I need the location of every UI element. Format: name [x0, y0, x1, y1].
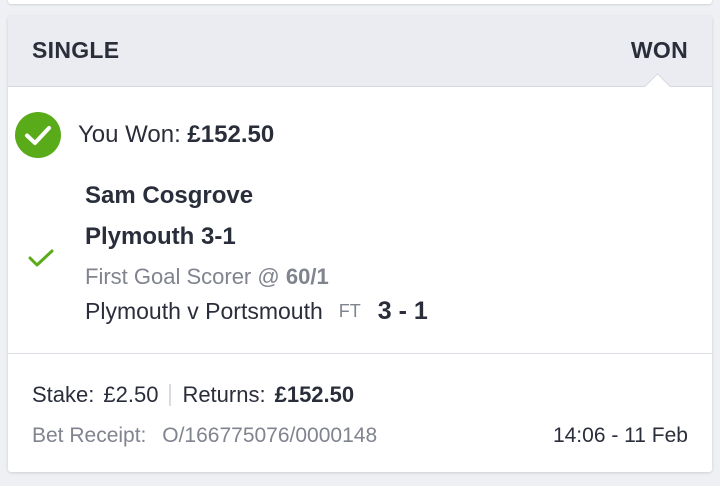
event-status: FT: [338, 300, 361, 321]
market-name: First Goal Scorer: [85, 264, 252, 289]
bet-receipt: Bet Receipt: O/166775076/0000148: [32, 424, 377, 448]
odds-prefix: @: [257, 264, 280, 289]
market-line: First Goal Scorer @ 60/1: [85, 264, 329, 290]
check-circle-icon: [15, 112, 61, 158]
stake-label: Stake:: [32, 382, 95, 407]
bet-card-header: SINGLE WON: [8, 16, 712, 87]
event-score: 3 - 1: [377, 296, 428, 325]
selection-name: Sam Cosgrove: [85, 182, 254, 209]
returns-label: Returns:: [182, 382, 266, 407]
won-label: You Won:: [78, 121, 181, 148]
won-amount: £152.50: [187, 121, 275, 148]
stake-value: £2.50: [103, 382, 159, 407]
receipt-value: O/166775076/0000148: [162, 424, 378, 447]
returns-value: £152.50: [274, 382, 355, 407]
market-result: Plymouth 3-1: [85, 223, 236, 250]
event-name: Plymouth v Portsmouth: [85, 297, 323, 324]
separator: [169, 384, 172, 406]
previous-bet-card: [8, 0, 712, 4]
divider: [8, 353, 712, 354]
check-icon: [28, 248, 54, 273]
stake-returns-line: Stake: £2.50 Returns: £152.50: [32, 380, 354, 410]
bet-card: SINGLE WON You Won: £152.50 Sam Cosgrove…: [8, 16, 712, 472]
bet-status-label: WON: [630, 37, 688, 63]
event-line: Plymouth v Portsmouth FT 3 - 1: [85, 294, 428, 328]
bet-type-label: SINGLE: [32, 37, 120, 63]
receipt-label: Bet Receipt:: [32, 424, 147, 447]
bet-timestamp: 14:06 - 11 Feb: [552, 424, 688, 447]
won-text: You Won: £152.50: [78, 121, 274, 149]
odds-value: 60/1: [285, 264, 329, 289]
